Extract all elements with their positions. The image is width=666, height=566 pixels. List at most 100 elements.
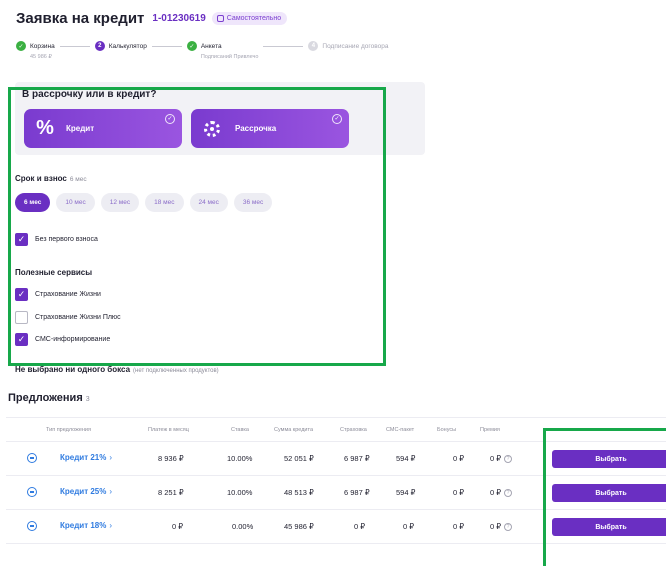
column-header: Платеж в месяц — [148, 427, 189, 433]
sms-cell: 0 ₽ — [403, 522, 415, 531]
bonus-cell: 0 ₽ — [453, 488, 465, 497]
insurance-cell: 0 ₽ — [354, 522, 366, 531]
percent-icon: % — [36, 117, 54, 139]
term-option-18[interactable]: 18 мес — [145, 193, 184, 212]
column-header: Тип предложения — [46, 427, 91, 433]
payment-cell: 8 936 ₽ — [158, 454, 184, 463]
step-label: Анкета — [200, 42, 222, 50]
offer-type-icon — [27, 453, 37, 463]
premium-cell: 0 ₽? — [490, 454, 513, 464]
step-cart[interactable]: ✓ Корзина 45 986 ₽ — [16, 41, 55, 60]
bonus-cell: 0 ₽ — [453, 454, 465, 463]
mode-badge-label: Самостоятельно — [226, 15, 282, 22]
column-header: Сумма кредита — [274, 427, 314, 433]
offers-table-header: Тип предложения Платеж в месяц Ставка Су… — [6, 418, 666, 442]
offer-link[interactable]: Кредит 21% › — [60, 453, 112, 462]
rate-cell: 10.00% — [227, 454, 253, 463]
check-circle-icon: ✓ — [16, 41, 26, 51]
bonus-cell: 0 ₽ — [453, 522, 465, 531]
offer-name: Кредит 18% — [60, 521, 107, 530]
offer-type-icon — [27, 521, 37, 531]
check-circle-icon: ✓ — [165, 114, 175, 124]
page-header: Заявка на кредит 1-01230619 Самостоятель… — [16, 10, 288, 27]
no-down-payment-row[interactable]: ✓ Без первого взноса — [15, 233, 98, 246]
no-down-payment-checkbox[interactable]: ✓ — [15, 233, 28, 246]
step-connector — [263, 46, 304, 47]
progress-stepper: ✓ Корзина 45 986 ₽ 2 Калькулятор ✓ Анкет… — [16, 41, 388, 60]
step-sub: Подписаний Привлечо — [200, 54, 259, 60]
amount-cell: 45 986 ₽ — [284, 522, 314, 531]
self-service-icon — [216, 15, 224, 22]
table-row: Кредит 18% › 0 ₽ 0.00% 45 986 ₽ 0 ₽ 0 ₽ 0… — [6, 510, 666, 544]
choice-title: В рассрочку или в кредит? — [22, 89, 157, 100]
life-insurance-plus-checkbox[interactable] — [15, 311, 28, 324]
no-box-notice: Не выбрано ни одного бокса (нет подключен… — [15, 365, 219, 374]
column-header: Страховка — [340, 427, 367, 433]
offer-link[interactable]: Кредит 25% › — [60, 487, 112, 496]
offer-link[interactable]: Кредит 18% › — [60, 521, 112, 530]
premium-value: 0 ₽ — [490, 488, 502, 497]
table-row: Кредит 21% › 8 936 ₽ 10.00% 52 051 ₽ 6 98… — [6, 442, 666, 476]
service-label: Страхование Жизни — [35, 291, 101, 298]
offer-type-icon — [27, 487, 37, 497]
help-icon[interactable]: ? — [504, 523, 513, 532]
offer-name: Кредит 21% — [60, 453, 107, 462]
help-icon[interactable]: ? — [504, 489, 513, 498]
column-header: СМС-пакет — [386, 427, 415, 433]
premium-cell: 0 ₽? — [490, 522, 513, 532]
step-label: Калькулятор — [108, 42, 147, 50]
services-title: Полезные сервисы — [15, 268, 93, 277]
rate-cell: 10.00% — [227, 488, 253, 497]
offers-count: 3 — [85, 396, 90, 403]
step-calculator[interactable]: 2 Калькулятор — [94, 41, 147, 51]
select-offer-button[interactable]: Выбрать — [552, 518, 666, 536]
offer-name: Кредит 25% — [60, 487, 107, 496]
payment-cell: 8 251 ₽ — [158, 488, 184, 497]
chevron-right-icon: › — [109, 487, 113, 496]
step-sub: 45 986 ₽ — [30, 54, 52, 60]
column-header: Бонусы — [437, 427, 457, 433]
column-header: Ставка — [231, 427, 249, 433]
sms-cell: 594 ₽ — [396, 454, 416, 463]
step-label: Корзина — [30, 42, 55, 50]
sms-checkbox[interactable]: ✓ — [15, 333, 28, 346]
offers-title-text: Предложения — [8, 392, 83, 404]
select-offer-button[interactable]: Выбрать — [552, 484, 666, 502]
page-title: Заявка на кредит — [16, 10, 145, 27]
service-sms[interactable]: ✓ СМС-информирование — [15, 333, 110, 346]
term-option-6[interactable]: 6 мес — [15, 193, 51, 212]
insurance-cell: 6 987 ₽ — [344, 488, 370, 497]
no-box-note: (нет подключенных продуктов) — [133, 368, 219, 374]
term-option-36[interactable]: 36 мес — [233, 193, 273, 212]
chevron-right-icon: › — [109, 453, 113, 462]
step-sign: 4 Подписание договора — [308, 41, 388, 51]
term-option-10[interactable]: 10 мес — [56, 193, 95, 212]
column-header: Премия — [480, 427, 500, 433]
select-offer-button[interactable]: Выбрать — [552, 450, 666, 468]
term-option-12[interactable]: 12 мес — [100, 193, 140, 212]
payment-cell: 0 ₽ — [172, 522, 184, 531]
amount-cell: 52 051 ₽ — [284, 454, 314, 463]
credit-option-label: Кредит — [66, 124, 95, 133]
help-icon[interactable]: ? — [504, 455, 513, 464]
term-option-24[interactable]: 24 мес — [189, 193, 228, 212]
credit-option-card[interactable]: % Кредит ✓ — [24, 109, 182, 148]
term-section-label: Срок и взнос 6 мес — [15, 174, 87, 183]
step-number: 4 — [308, 41, 319, 51]
chevron-right-icon: › — [109, 521, 113, 530]
step-number: 2 — [94, 41, 105, 51]
service-life-insurance-plus[interactable]: Страхование Жизни Плюс — [15, 311, 121, 324]
insurance-cell: 6 987 ₽ — [344, 454, 370, 463]
life-insurance-checkbox[interactable]: ✓ — [15, 288, 28, 301]
check-circle-icon: ✓ — [186, 41, 197, 51]
table-row: Кредит 25% › 8 251 ₽ 10.00% 48 513 ₽ 6 98… — [6, 476, 666, 510]
offers-table: Тип предложения Платеж в месяц Ставка Су… — [6, 417, 666, 548]
step-form[interactable]: ✓ Анкета Подписаний Привлечо — [186, 41, 259, 60]
service-label: СМС-информирование — [35, 336, 111, 343]
term-selected-value: 6 мес — [69, 176, 87, 183]
service-life-insurance[interactable]: ✓ Страхование Жизни — [15, 288, 101, 301]
installment-option-label: Рассрочка — [235, 124, 277, 133]
installment-icon — [204, 120, 220, 137]
installment-option-card[interactable]: Рассрочка ✓ — [191, 109, 349, 148]
no-down-payment-label: Без первого взноса — [35, 236, 98, 243]
